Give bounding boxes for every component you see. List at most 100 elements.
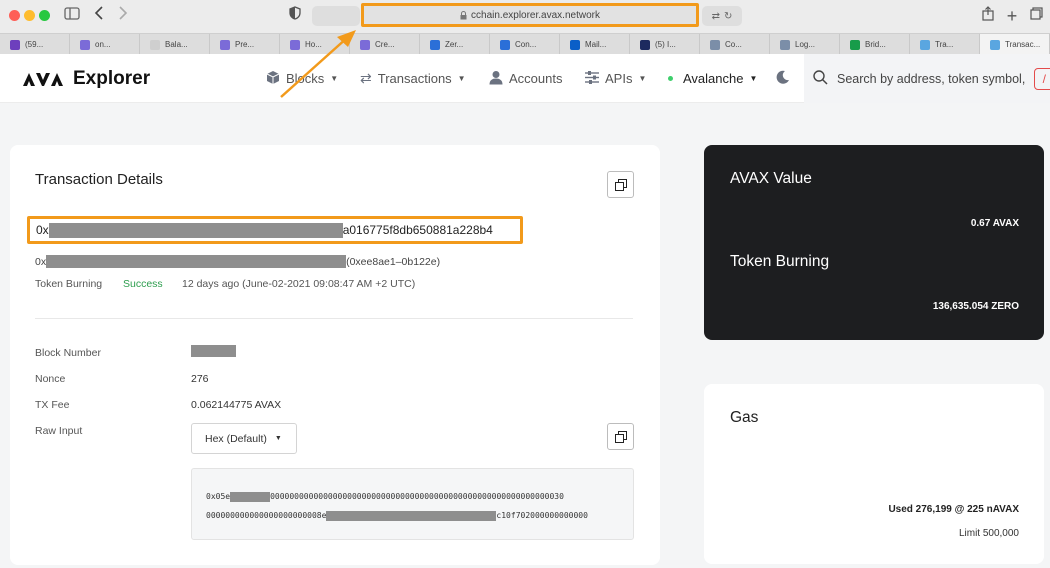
browser-tab[interactable]: Pre... xyxy=(210,34,280,55)
browser-tab[interactable]: Log... xyxy=(770,34,840,55)
tx-timestamp: 12 days ago (June-02-2021 09:08:47 AM +2… xyxy=(182,278,416,290)
tab-favicon-icon xyxy=(220,39,230,50)
nav-apis-label: APIs xyxy=(605,71,633,86)
nav-transactions[interactable]: ⇄ Transactions ▼ xyxy=(360,54,466,103)
redacted-block-number xyxy=(191,345,236,357)
raw-format-value: Hex (Default) xyxy=(205,432,267,445)
tab-favicon-icon xyxy=(10,39,20,50)
copy-raw-input-button[interactable] xyxy=(607,423,634,450)
nav-apis[interactable]: APIs ▼ xyxy=(585,54,646,103)
raw-input-line-1: 0x05e 00000000000000000000000000000000000… xyxy=(206,487,633,506)
browser-tab[interactable]: Tra... xyxy=(910,34,980,55)
from-address[interactable]: 0x (0xee8ae1–0b122e) xyxy=(35,255,440,268)
browser-tab[interactable]: Co... xyxy=(700,34,770,55)
new-tab-icon[interactable]: + xyxy=(1002,6,1022,26)
browser-tab[interactable]: Con... xyxy=(490,34,560,55)
tab-label: Mail... xyxy=(585,40,607,49)
tab-favicon-icon xyxy=(290,39,300,50)
dark-mode-toggle[interactable] xyxy=(775,54,790,103)
tab-overview-icon[interactable] xyxy=(1026,6,1046,26)
search-icon xyxy=(813,69,828,88)
tab-label: Bala... xyxy=(165,40,188,49)
raw-input-box[interactable]: 0x05e 00000000000000000000000000000000000… xyxy=(191,468,634,540)
tx-status-badge: Success xyxy=(123,278,163,290)
raw-input-line-2: 000000000000000000000008e c10f70200000000… xyxy=(206,506,633,525)
browser-tab[interactable]: (59... xyxy=(0,34,70,55)
redacted-raw-data xyxy=(230,491,271,502)
raw-line2-prefix: 000000000000000000000008e xyxy=(206,511,327,520)
reload-icon[interactable]: ↻ xyxy=(724,11,732,22)
chevron-down-icon: ▼ xyxy=(330,74,339,83)
transaction-title: Transaction Details xyxy=(35,171,163,188)
tab-favicon-icon xyxy=(500,39,510,50)
transaction-hash[interactable]: 0x a016775f8db650881a228b4 xyxy=(27,216,523,244)
raw-line2-suffix: c10f702000000000000 xyxy=(496,511,588,520)
browser-tab[interactable]: Transac... xyxy=(980,34,1050,55)
network-selector[interactable]: Avalanche ▼ xyxy=(668,54,757,103)
avax-value-card: AVAX Value 0.67 AVAX Token Burning 136,6… xyxy=(704,145,1044,340)
browser-tab[interactable]: Cre... xyxy=(350,34,420,55)
address-bar[interactable]: cchain.explorer.avax.network xyxy=(361,3,699,27)
tab-favicon-icon xyxy=(80,39,90,50)
chevron-down-icon: ▼ xyxy=(457,74,466,83)
tab-bar: (59... on... Bala... Pre... Ho... Cre... Zer..… xyxy=(0,33,1050,55)
tab-favicon-icon xyxy=(150,39,160,50)
tab-label: Tra... xyxy=(935,40,954,49)
user-icon xyxy=(489,70,503,88)
tab-label: Co... xyxy=(725,40,742,49)
raw-line1-suffix: 0000000000000000000000000000000000000000… xyxy=(270,492,564,501)
tab-label: Pre... xyxy=(235,40,255,49)
raw-format-dropdown[interactable]: Hex (Default) ▼ xyxy=(191,423,297,454)
redacted-from-address xyxy=(46,255,347,268)
browser-tab[interactable]: on... xyxy=(70,34,140,55)
tab-label: Transac... xyxy=(1005,40,1041,49)
back-icon[interactable] xyxy=(89,6,109,26)
forward-icon[interactable] xyxy=(113,6,133,26)
nav-blocks[interactable]: Blocks ▼ xyxy=(266,54,338,103)
sliders-icon xyxy=(585,70,599,87)
search-shortcut-key: / xyxy=(1034,67,1050,90)
search-input[interactable]: Search by address, token symbol, xyxy=(837,72,1025,86)
copy-icon xyxy=(614,178,627,191)
browser-tab[interactable]: Mail... xyxy=(560,34,630,55)
browser-tab[interactable]: Zer... xyxy=(420,34,490,55)
close-window-button[interactable] xyxy=(9,10,20,21)
zoom-window-button[interactable] xyxy=(39,10,50,21)
tab-favicon-icon xyxy=(920,39,930,50)
divider xyxy=(35,318,633,319)
tab-label: (59... xyxy=(25,40,44,49)
nav-transactions-label: Transactions xyxy=(377,71,452,86)
network-status-dot xyxy=(668,76,673,81)
share-icon[interactable] xyxy=(978,6,998,26)
nav-accounts[interactable]: Accounts xyxy=(489,54,562,103)
avax-value-title: AVAX Value xyxy=(730,170,812,187)
tab-favicon-icon xyxy=(640,39,650,50)
browser-tab[interactable]: (5) I... xyxy=(630,34,700,55)
translate-icon[interactable]: ⇄ xyxy=(712,11,720,22)
tab-favicon-icon xyxy=(710,39,720,50)
url-text: cchain.explorer.avax.network xyxy=(471,9,600,21)
nonce-label: Nonce xyxy=(35,373,66,385)
tab-favicon-icon xyxy=(430,39,440,50)
browser-tab[interactable]: Brid... xyxy=(840,34,910,55)
hash-suffix: a016775f8db650881a228b4 xyxy=(342,223,493,237)
chevron-down-icon: ▼ xyxy=(274,435,282,442)
address-bar-left-slot xyxy=(312,6,360,26)
sidebar-toggle-icon[interactable] xyxy=(62,6,82,26)
privacy-shield-icon[interactable] xyxy=(285,6,305,26)
transaction-details-card: Transaction Details 0x a016775f8db650881… xyxy=(10,145,660,565)
explorer-logo[interactable]: Explorer xyxy=(23,66,150,91)
redacted-hash xyxy=(48,222,343,238)
tx-fee-label: TX Fee xyxy=(35,399,70,411)
tab-label: Ho... xyxy=(305,40,322,49)
tab-favicon-icon xyxy=(990,39,1000,50)
tab-favicon-icon xyxy=(850,39,860,50)
browser-tab[interactable]: Ho... xyxy=(280,34,350,55)
browser-tab[interactable]: Bala... xyxy=(140,34,210,55)
copy-hash-button[interactable] xyxy=(607,171,634,198)
tab-favicon-icon xyxy=(780,39,790,50)
gas-title: Gas xyxy=(730,409,759,426)
copy-icon xyxy=(614,430,627,443)
minimize-window-button[interactable] xyxy=(24,10,35,21)
search-bar[interactable]: Search by address, token symbol, / xyxy=(804,54,1050,103)
